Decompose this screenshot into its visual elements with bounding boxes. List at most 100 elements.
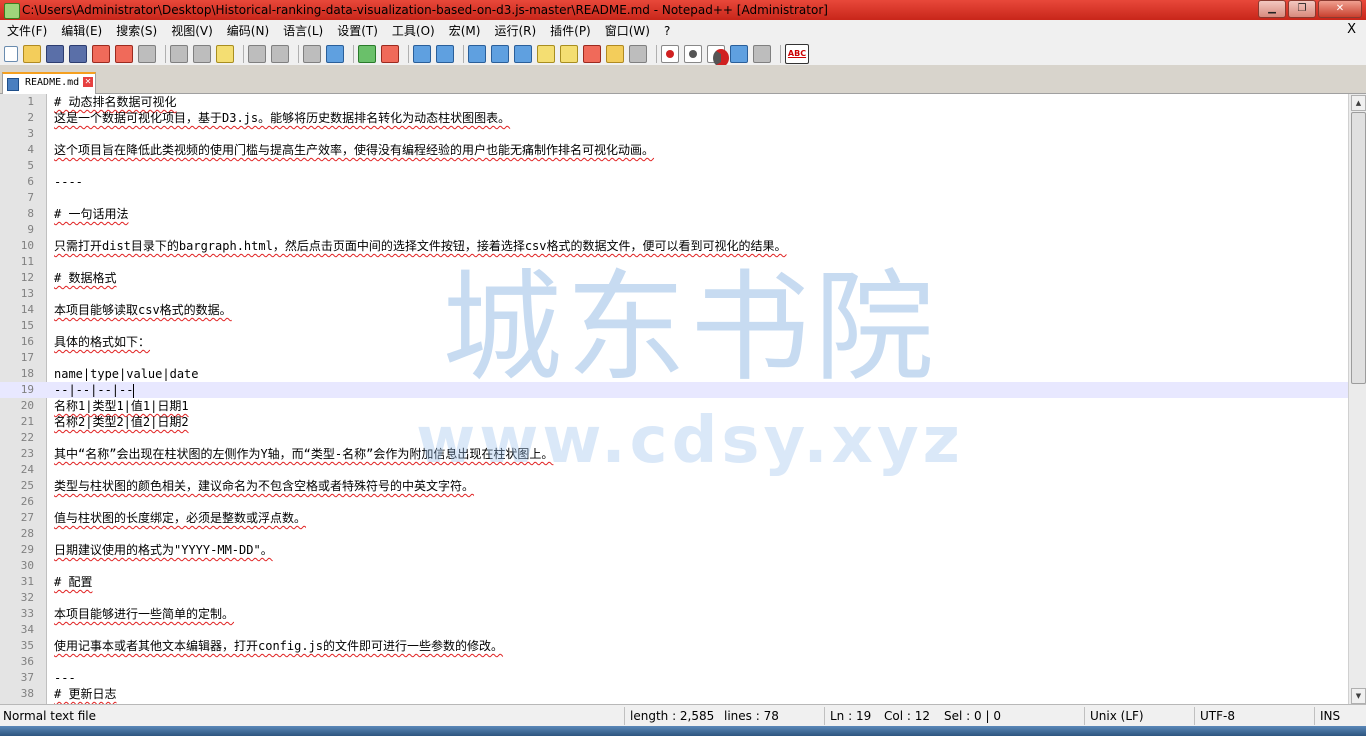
editor-line[interactable]: 23 其中“名称”会出现在柱状图的左侧作为Y轴，而“类型-名称”会作为附加信息出现…	[0, 446, 1348, 462]
editor-line[interactable]: 20 名称1|类型1|值1|日期1	[0, 398, 1348, 414]
word-wrap-icon[interactable]	[468, 45, 486, 63]
menu-item[interactable]: 宏(M)	[442, 22, 488, 39]
tab-readme[interactable]: README.md ✕	[2, 72, 96, 94]
editor-line[interactable]: 16 具体的格式如下：	[0, 334, 1348, 350]
line-number: 4	[27, 143, 34, 156]
save-icon[interactable]	[46, 45, 64, 63]
editor-line[interactable]: 2 这是一个数据可视化项目，基于D3.js。能够将历史数据排名转化为动态柱状图图表…	[0, 110, 1348, 126]
menu-item[interactable]: 语言(L)	[276, 22, 330, 39]
run-macro-multiple-icon[interactable]	[730, 45, 748, 63]
editor-line[interactable]: 32	[0, 590, 1348, 606]
user-language-icon[interactable]	[537, 45, 555, 63]
window-controls: ▁ ❐ ✕	[1256, 0, 1362, 18]
sync-vertical-icon[interactable]	[413, 45, 431, 63]
editor-line[interactable]: 28	[0, 526, 1348, 542]
editor-line[interactable]: 4 这个项目旨在降低此类视频的使用门槛与提高生产效率，使得没有编程经验的用户也能无…	[0, 142, 1348, 158]
menu-item[interactable]: 运行(R)	[487, 22, 543, 39]
scroll-down-icon[interactable]: ▼	[1351, 688, 1366, 704]
stop-macro-icon[interactable]	[684, 45, 702, 63]
close-file-icon[interactable]	[92, 45, 110, 63]
sync-horizontal-icon[interactable]	[436, 45, 454, 63]
menu-item[interactable]: 编辑(E)	[54, 22, 109, 39]
replace-icon[interactable]	[326, 45, 344, 63]
editor-line[interactable]: 26	[0, 494, 1348, 510]
editor-line[interactable]: 3	[0, 126, 1348, 142]
open-file-icon[interactable]	[23, 45, 41, 63]
editor-line[interactable]: 10 只需打开dist目录下的bargraph.html，然后点击页面中间的选择文…	[0, 238, 1348, 254]
editor-line[interactable]: 38 # 更新日志	[0, 686, 1348, 702]
editor-line[interactable]: 33 本项目能够进行一些简单的定制。	[0, 606, 1348, 622]
close-window-button[interactable]: ✕	[1318, 0, 1362, 18]
document-map-icon[interactable]	[560, 45, 578, 63]
menu-item[interactable]: 窗口(W)	[598, 22, 657, 39]
find-icon[interactable]	[303, 45, 321, 63]
undo-icon[interactable]	[248, 45, 266, 63]
editor-line[interactable]: 37 ---	[0, 670, 1348, 686]
editor-line[interactable]: 19 --|--|--|--	[0, 382, 1348, 398]
paste-icon[interactable]	[216, 45, 234, 63]
editor-line[interactable]: 24	[0, 462, 1348, 478]
line-number: 36	[20, 655, 34, 668]
spellcheck-icon[interactable]: ABC	[785, 44, 809, 64]
menu-item[interactable]: 搜索(S)	[109, 22, 164, 39]
editor-line[interactable]: 34	[0, 622, 1348, 638]
editor-line[interactable]: 13	[0, 286, 1348, 302]
close-all-icon[interactable]	[115, 45, 133, 63]
monitoring-icon[interactable]	[629, 45, 647, 63]
editor-line[interactable]: 5	[0, 158, 1348, 174]
toolbar-separator	[353, 45, 354, 63]
indent-guide-icon[interactable]	[514, 45, 532, 63]
show-all-characters-icon[interactable]	[491, 45, 509, 63]
editor-line[interactable]: 6 ----	[0, 174, 1348, 190]
editor-line[interactable]: 31 # 配置	[0, 574, 1348, 590]
new-file-icon[interactable]	[4, 46, 18, 62]
editor-line[interactable]: 14 本项目能够读取csv格式的数据。	[0, 302, 1348, 318]
scroll-up-icon[interactable]: ▲	[1351, 95, 1366, 111]
save-all-icon[interactable]	[69, 45, 87, 63]
maximize-button[interactable]: ❐	[1288, 0, 1316, 18]
editor-line[interactable]: 8 # 一句话用法	[0, 206, 1348, 222]
menu-item[interactable]: 文件(F)	[0, 22, 54, 39]
record-macro-icon[interactable]	[661, 45, 679, 63]
print-icon[interactable]	[138, 45, 156, 63]
tab-close-icon[interactable]: ✕	[83, 77, 93, 87]
vertical-scrollbar[interactable]: ▲ ▼	[1348, 94, 1366, 704]
editor[interactable]: 1 # 动态排名数据可视化 2 这是一个数据可视化项目，基于D3.js。能够将历史数据…	[0, 94, 1348, 704]
function-list-icon[interactable]	[583, 45, 601, 63]
editor-line[interactable]: 11	[0, 254, 1348, 270]
minimize-button[interactable]: ▁	[1258, 0, 1286, 18]
editor-line[interactable]: 35 使用记事本或者其他文本编辑器，打开config.js的文件即可进行一些参数的…	[0, 638, 1348, 654]
line-number: 1	[27, 95, 34, 108]
editor-line[interactable]: 25 类型与柱状图的颜色相关，建议命名为不包含空格或者特殊符号的中英文字符。	[0, 478, 1348, 494]
editor-line[interactable]: 9	[0, 222, 1348, 238]
editor-line[interactable]: 30	[0, 558, 1348, 574]
editor-line[interactable]: 15	[0, 318, 1348, 334]
menu-item[interactable]: 设置(T)	[330, 22, 385, 39]
editor-line[interactable]: 22	[0, 430, 1348, 446]
editor-line[interactable]: 29 日期建议使用的格式为"YYYY-MM-DD"。	[0, 542, 1348, 558]
menu-item[interactable]: 工具(O)	[385, 22, 442, 39]
editor-line[interactable]: 18 name|type|value|date	[0, 366, 1348, 382]
close-document-button[interactable]: X	[1347, 22, 1356, 37]
editor-line[interactable]: 27 值与柱状图的长度绑定，必须是整数或浮点数。	[0, 510, 1348, 526]
menu-item[interactable]: ?	[657, 24, 677, 38]
editor-line[interactable]: 1 # 动态排名数据可视化	[0, 94, 1348, 110]
editor-line[interactable]: 17	[0, 350, 1348, 366]
menu-item[interactable]: 插件(P)	[543, 22, 598, 39]
editor-line[interactable]: 7	[0, 190, 1348, 206]
cut-icon[interactable]	[170, 45, 188, 63]
play-macro-icon[interactable]	[707, 45, 729, 67]
scrollbar-thumb[interactable]	[1351, 112, 1366, 384]
folder-workspace-icon[interactable]	[606, 45, 624, 63]
editor-line[interactable]: 12 # 数据格式	[0, 270, 1348, 286]
copy-icon[interactable]	[193, 45, 211, 63]
toolbar-separator	[165, 45, 166, 63]
menu-item[interactable]: 视图(V)	[164, 22, 220, 39]
editor-line[interactable]: 21 名称2|类型2|值2|日期2	[0, 414, 1348, 430]
editor-line[interactable]: 36	[0, 654, 1348, 670]
redo-icon[interactable]	[271, 45, 289, 63]
zoom-in-icon[interactable]	[358, 45, 376, 63]
save-macro-icon[interactable]	[753, 45, 771, 63]
zoom-out-icon[interactable]	[381, 45, 399, 63]
menu-item[interactable]: 编码(N)	[220, 22, 276, 39]
